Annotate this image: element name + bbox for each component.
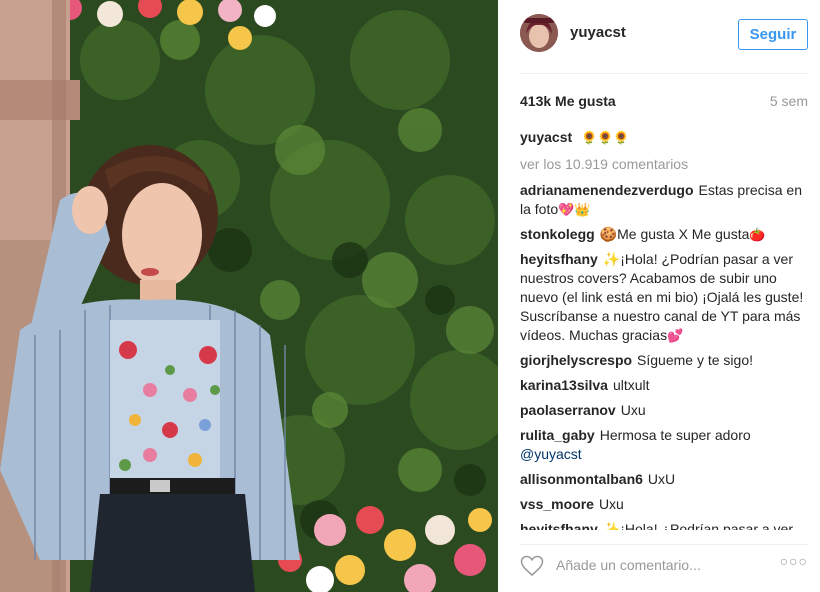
follow-button[interactable]: Seguir xyxy=(738,19,808,50)
comment-username[interactable]: vss_moore xyxy=(520,496,594,512)
comment-item: allisonmontalban6 UxU xyxy=(520,470,808,489)
more-options-icon[interactable]: ○○○ xyxy=(780,553,808,569)
comment-text: Sígueme y te sigo! xyxy=(637,352,753,368)
comment-text: Hermosa te super adoro xyxy=(599,427,751,443)
comment-username[interactable]: karina13silva xyxy=(520,377,608,393)
comment-username[interactable]: rulita_gaby xyxy=(520,427,595,443)
comment-item: heyitsfhany ✨¡Hola! ¿Podrían pasar a ver … xyxy=(520,250,808,345)
comment-username[interactable]: adrianamenendezverdugo xyxy=(520,182,694,198)
heart-outline-icon[interactable] xyxy=(520,555,544,577)
post-username[interactable]: yuyacst xyxy=(570,24,626,41)
post-header: yuyacst Seguir xyxy=(520,0,808,74)
post-details-panel: yuyacst Seguir 413k Me gusta 5 sem yuyac… xyxy=(498,0,820,592)
comment-text: 🍪Me gusta X Me gusta xyxy=(599,226,750,242)
comment-bar: ○○○ xyxy=(520,544,808,583)
comment-item: adrianamenendezverdugo Estas precisa en l… xyxy=(520,181,808,219)
post-photo[interactable] xyxy=(0,0,498,592)
comments-list[interactable]: yuyacst 🌻🌻🌻 ver los 10.919 comentarios a… xyxy=(520,128,808,530)
avatar[interactable] xyxy=(520,14,558,52)
comment-item: rulita_gaby Hermosa te super adoro @yuyac… xyxy=(520,426,808,464)
comment-emoji: 🍅 xyxy=(749,227,766,242)
comment-item: paolaserranov Uxu xyxy=(520,401,808,420)
comment-text: UxU xyxy=(647,471,676,487)
comment-username[interactable]: heyitsfhany xyxy=(520,521,598,530)
comment-text: Uxu xyxy=(598,496,624,512)
comment-text: Uxu xyxy=(620,402,646,418)
add-comment-input[interactable] xyxy=(556,553,776,577)
comment-username[interactable]: stonkolegg xyxy=(520,226,595,242)
post-age[interactable]: 5 sem xyxy=(770,93,808,109)
post-photo-illustration xyxy=(0,0,498,592)
comment-emoji: 💕 xyxy=(667,328,684,343)
comment-username[interactable]: giorjhelyscrespo xyxy=(520,352,632,368)
instagram-post-modal: yuyacst Seguir 413k Me gusta 5 sem yuyac… xyxy=(0,0,820,592)
comment-item: vss_moore Uxu xyxy=(520,495,808,514)
comment-item: stonkolegg 🍪Me gusta X Me gusta🍅 xyxy=(520,225,808,244)
view-all-comments-link[interactable]: ver los 10.919 comentarios xyxy=(520,155,808,174)
comment-text: ✨¡Hola! ¿Podrían pasar a ver xyxy=(602,521,793,530)
caption-text: 🌻🌻🌻 xyxy=(581,130,630,145)
comment-username[interactable]: allisonmontalban6 xyxy=(520,471,643,487)
comment-mention[interactable]: @yuyacst xyxy=(520,446,582,462)
post-stats: 413k Me gusta 5 sem xyxy=(520,93,808,113)
likes-count[interactable]: 413k Me gusta xyxy=(520,93,616,109)
comment-item: heyitsfhany ✨¡Hola! ¿Podrían pasar a ver xyxy=(520,520,808,530)
avatar-image xyxy=(520,14,558,52)
post-caption: yuyacst 🌻🌻🌻 xyxy=(520,128,808,147)
caption-username[interactable]: yuyacst xyxy=(520,129,572,145)
comment-username[interactable]: paolaserranov xyxy=(520,402,616,418)
comment-item: giorjhelyscrespo Sígueme y te sigo! xyxy=(520,351,808,370)
comment-item: karina13silva ultxult xyxy=(520,376,808,395)
comment-emoji: 💖👑 xyxy=(558,202,591,217)
comment-text: ultxult xyxy=(612,377,650,393)
comment-username[interactable]: heyitsfhany xyxy=(520,251,598,267)
